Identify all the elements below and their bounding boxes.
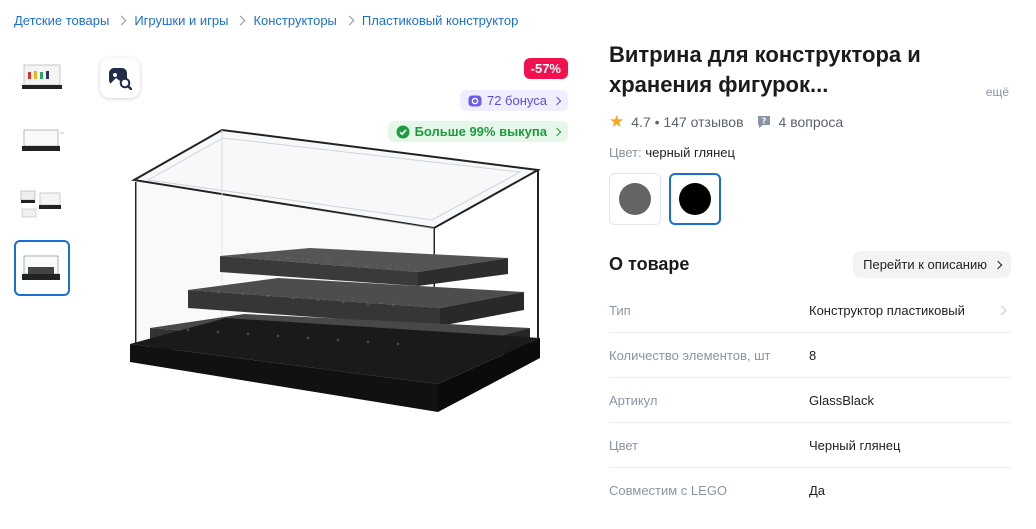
- chevron-right-icon: [116, 15, 127, 26]
- product-info: Витрина для конструктора и хранения фигу…: [609, 40, 1011, 513]
- color-label: Цвет: черный глянец: [609, 145, 1011, 160]
- questions-label: 4 вопроса: [778, 114, 844, 130]
- product-title: Витрина для конструктора и хранения фигу…: [609, 42, 921, 97]
- chevron-right-icon: [235, 15, 246, 26]
- image-search-icon: [109, 68, 132, 90]
- spec-name: Артикул: [609, 392, 658, 408]
- more-link[interactable]: ещё: [986, 85, 1009, 99]
- thumbnail-1[interactable]: [14, 48, 70, 104]
- rating-separator: •: [650, 114, 664, 130]
- chevron-right-icon: [552, 96, 562, 105]
- star-icon: ★: [609, 112, 625, 131]
- go-to-description-label: Перейти к описанию: [863, 257, 987, 272]
- spec-row[interactable]: Тип Конструктор пластиковый: [609, 288, 1011, 333]
- reviews-link[interactable]: 147 отзывов: [663, 114, 743, 130]
- bonus-badge[interactable]: 72 бонуса: [459, 90, 568, 111]
- color-swatches: [609, 173, 1011, 225]
- spec-name: Совместим с LEGO: [609, 483, 728, 498]
- breadcrumb: Детские товары Игрушки и игры Конструкто…: [14, 13, 518, 28]
- spec-name: Тип: [609, 302, 631, 318]
- thumbnail-2[interactable]: [14, 112, 70, 168]
- chevron-right-icon: [344, 15, 355, 26]
- product-gallery: -57% 72 бонуса Больше 99% выкупа: [98, 52, 570, 462]
- spec-name: Количество элементов, шт: [609, 347, 771, 363]
- swatch-dot: [679, 183, 711, 215]
- spec-value: Да: [809, 483, 826, 498]
- swatch-black[interactable]: [669, 173, 721, 225]
- spec-row: Цвет Черный глянец: [609, 423, 1011, 468]
- spec-value: Черный глянец: [809, 437, 901, 453]
- specs-table: Тип Конструктор пластиковый Количество э…: [609, 288, 1011, 513]
- thumbnail-4[interactable]: [14, 240, 70, 296]
- spec-value: 8: [809, 347, 817, 363]
- bonus-label: 72 бонуса: [486, 93, 547, 108]
- swatch-grey[interactable]: [609, 173, 661, 225]
- spec-row: Артикул GlassBlack: [609, 378, 1011, 423]
- about-title: О товаре: [609, 254, 690, 274]
- color-value: черный глянец: [645, 145, 735, 160]
- breadcrumb-item[interactable]: Пластиковый конструктор: [362, 13, 518, 28]
- chevron-right-icon: [996, 305, 1007, 315]
- rating-row: ★ 4.7 • 147 отзывов ? 4 вопроса: [609, 112, 1011, 132]
- color-label-prefix: Цвет:: [609, 145, 642, 160]
- image-search-button[interactable]: [100, 58, 140, 98]
- thumbnail-3[interactable]: [14, 176, 70, 232]
- svg-text:?: ?: [761, 117, 766, 126]
- bonus-icon: [468, 95, 482, 106]
- rating-value[interactable]: 4.7: [631, 114, 650, 130]
- product-image: [130, 128, 542, 412]
- spec-value-text: Конструктор пластиковый: [809, 302, 965, 318]
- breadcrumb-item[interactable]: Детские товары: [14, 13, 109, 28]
- questions-link[interactable]: ? 4 вопроса: [756, 114, 844, 130]
- chevron-right-icon: [552, 127, 562, 136]
- spec-value: GlassBlack: [809, 392, 875, 408]
- breadcrumb-item[interactable]: Конструкторы: [253, 13, 336, 28]
- spec-name: Цвет: [609, 437, 639, 453]
- about-header: О товаре Перейти к описанию: [609, 251, 1011, 278]
- thumbnail-list: [14, 48, 70, 296]
- chevron-right-icon: [993, 260, 1003, 269]
- go-to-description-button[interactable]: Перейти к описанию: [853, 251, 1011, 278]
- spec-row: Количество элементов, шт 8: [609, 333, 1011, 378]
- swatch-dot: [619, 183, 651, 215]
- question-icon: ?: [757, 116, 770, 128]
- discount-badge: -57%: [523, 58, 568, 79]
- spec-row: Совместим с LEGO Да: [609, 468, 1011, 513]
- spec-value: Конструктор пластиковый: [809, 303, 1011, 318]
- breadcrumb-item[interactable]: Игрушки и игры: [134, 13, 228, 28]
